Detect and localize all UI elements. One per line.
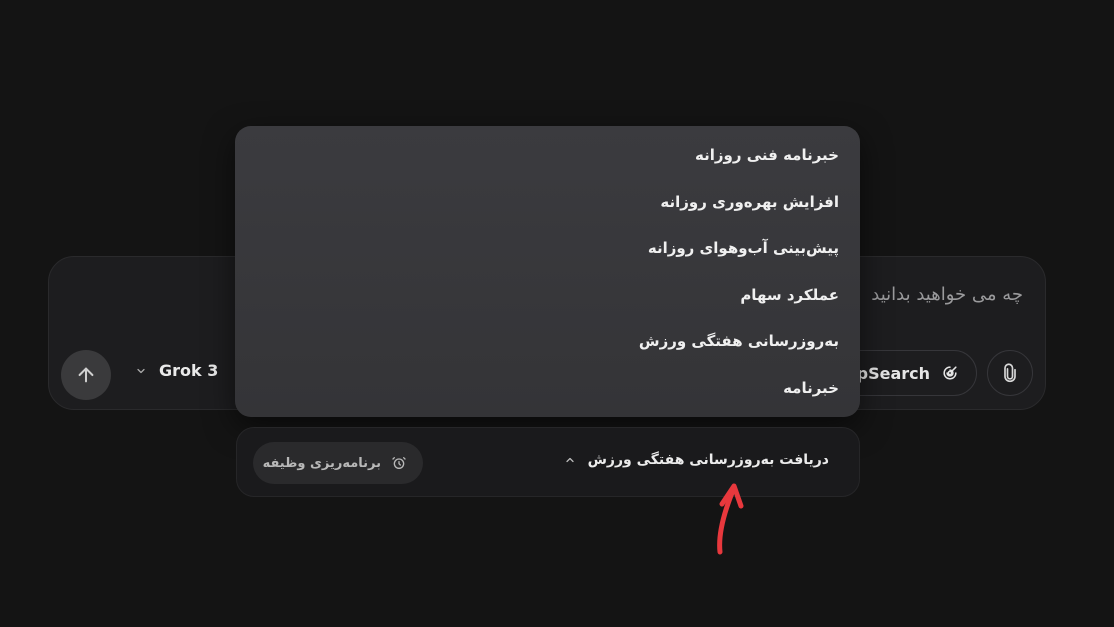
send-button[interactable] [61,350,111,400]
model-selector[interactable]: Grok 3 [135,361,218,380]
schedule-task-button[interactable]: برنامه‌ریزی وظیفه [253,442,423,484]
deepsearch-icon [943,366,957,380]
alarm-clock-icon [392,457,406,469]
dropdown-item[interactable]: خبرنامه فنی روزانه [235,140,860,187]
dropdown-item[interactable]: افزایش بهره‌وری روزانه [235,187,860,234]
task-selected-label: دریافت به‌روزرسانی هفتگی ورزش [587,452,829,468]
scheduled-task-bar: دریافت به‌روزرسانی هفتگی ورزش برنامه‌ریز… [236,427,860,497]
annotation-arrow-icon [717,483,744,555]
paperclip-icon [1004,363,1016,383]
arrow-up-icon [78,367,94,383]
attach-button[interactable] [987,350,1033,396]
task-selector[interactable]: دریافت به‌روزرسانی هفتگی ورزش [564,452,829,468]
schedule-task-label: برنامه‌ریزی وظیفه [262,455,381,471]
stage: چه می خواهید بدانید DeepSearch Grok 3 خب… [0,0,1114,627]
dropdown-item[interactable]: عملکرد سهام [235,280,860,327]
chevron-down-icon [137,368,145,373]
dropdown-item[interactable]: به‌روزرسانی هفتگی ورزش [235,326,860,373]
chat-placeholder[interactable]: چه می خواهید بدانید [871,284,1023,305]
dropdown-item[interactable]: پیش‌بینی آب‌وهوای روزانه [235,233,860,280]
chevron-up-icon [565,457,574,463]
task-dropdown-menu: خبرنامه فنی روزانه افزایش بهره‌وری روزان… [235,126,860,417]
dropdown-item[interactable]: خبرنامه [235,373,860,420]
model-label: Grok 3 [159,361,219,380]
